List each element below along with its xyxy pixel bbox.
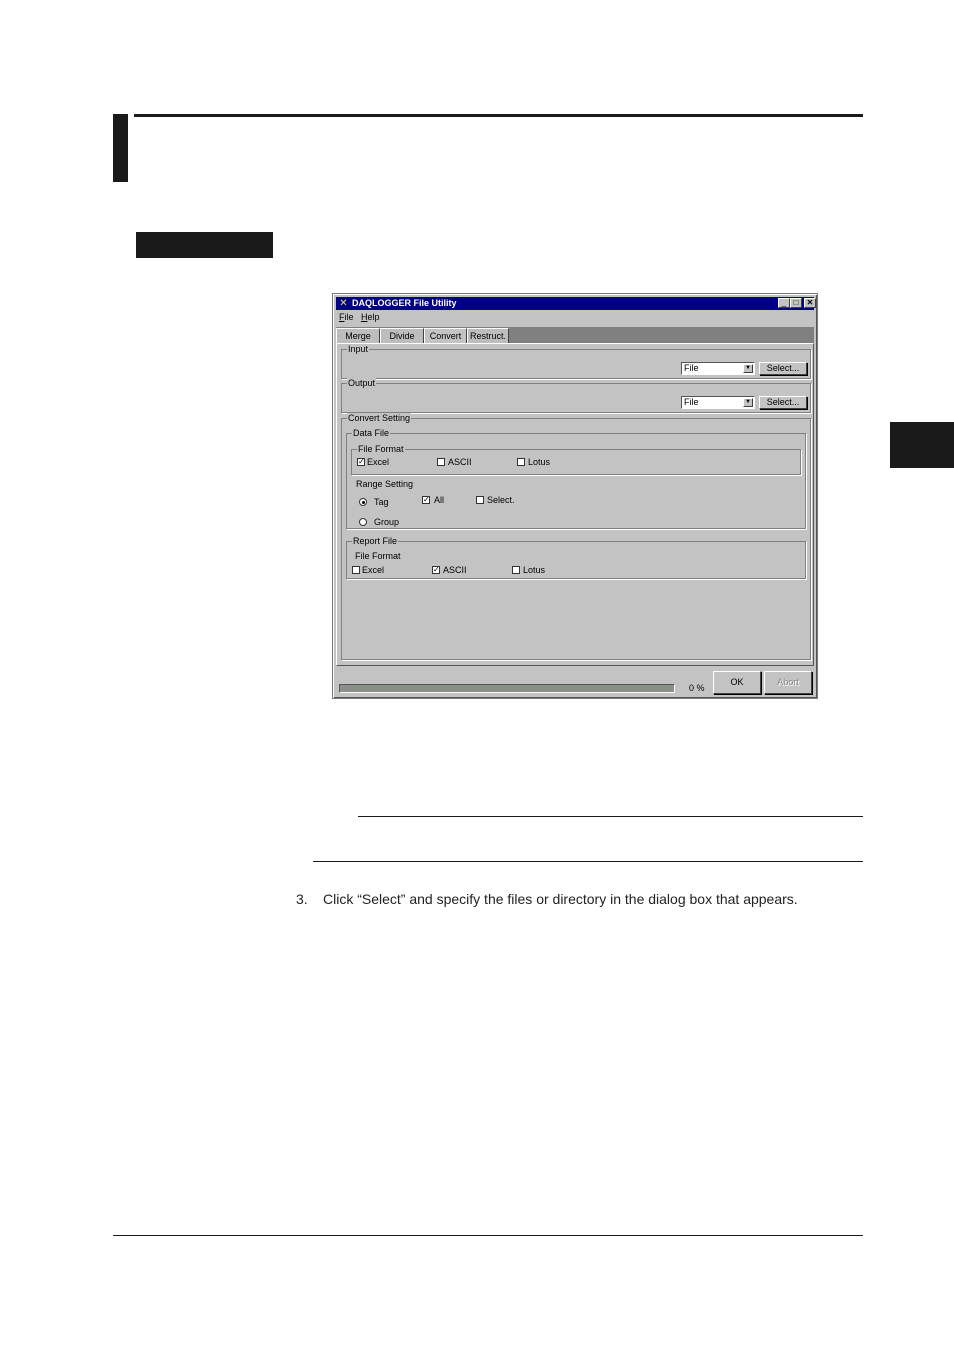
input-select-button[interactable]: Select... [759,362,807,375]
step-text: Click “Select” and specify the files or … [323,891,798,907]
output-type-value: File [684,397,699,407]
chapter-tab [890,422,954,468]
report-lotus-checkbox[interactable] [512,566,520,574]
convert-setting-group: Convert Setting Data File File Format ✓ … [341,413,811,660]
chevron-down-icon[interactable]: ▼ [743,398,753,407]
report-file-group: Report File File Format Excel ✓ ASCII Lo… [346,536,806,579]
data-lotus-label: Lotus [528,457,551,467]
input-type-combo[interactable]: File ▼ [681,362,755,375]
convert-panel: Input File ▼ Select... Output File ▼ Sel… [336,343,814,666]
range-setting-label: Range Setting [356,479,414,489]
data-file-label: Data File [352,428,391,438]
abort-button[interactable]: Abort [764,671,812,694]
report-excel-checkbox[interactable] [352,566,360,574]
note-rule-top [358,816,863,817]
range-group-label: Group [374,517,400,527]
top-rule [134,114,863,117]
window-title: DAQLOGGER File Utility [352,298,457,308]
data-file-group: Data File File Format ✓ Excel ASCII Lotu… [346,428,806,529]
note-rule-bottom [313,861,863,862]
data-excel-label: Excel [367,457,390,467]
range-select-checkbox[interactable] [476,496,484,504]
footer-rule [113,1235,863,1236]
tab-divide[interactable]: Divide [380,328,424,343]
tab-merge[interactable]: Merge [336,328,380,343]
report-file-label: Report File [352,536,399,546]
report-lotus-label: Lotus [523,565,546,575]
output-group: Output File ▼ Select... [341,378,811,413]
data-file-format-label: File Format [357,444,405,454]
input-label: Input [347,344,370,354]
heading-bar [113,114,128,182]
menu-file-label: ile [344,312,354,322]
maximize-button[interactable]: □ [790,298,802,308]
menu-bar: File Help [336,311,814,323]
input-group: Input File ▼ Select... [341,344,811,379]
output-label: Output [347,378,377,388]
procedure-tab [136,232,273,258]
menu-file[interactable]: File [339,312,354,323]
report-ascii-checkbox[interactable]: ✓ [432,566,440,574]
progress-bar [339,684,675,693]
range-group-radio[interactable] [359,518,367,526]
app-icon: ✕ [339,298,348,309]
close-button[interactable]: ✕ [804,298,816,308]
data-excel-checkbox[interactable]: ✓ [357,458,365,466]
data-lotus-checkbox[interactable] [517,458,525,466]
progress-text: 0 % [689,683,705,693]
data-ascii-checkbox[interactable] [437,458,445,466]
chevron-down-icon[interactable]: ▼ [743,364,753,373]
output-type-combo[interactable]: File ▼ [681,396,755,409]
report-ascii-label: ASCII [443,565,467,575]
range-tag-label: Tag [374,497,389,507]
tab-restruct[interactable]: Restruct. [467,328,509,343]
range-select-label: Select. [487,495,515,505]
data-ascii-label: ASCII [448,457,472,467]
file-utility-window: ✕ DAQLOGGER File Utility _ □ ✕ File Help… [332,293,818,699]
range-tag-radio[interactable] [359,498,367,506]
range-all-checkbox[interactable]: ✓ [422,496,430,504]
step-number: 3. [296,891,308,907]
step-3-instruction: 3. Click “Select” and specify the files o… [296,891,798,907]
report-file-format-label: File Format [355,551,401,561]
menu-help-label: elp [367,312,380,322]
tab-convert[interactable]: Convert [424,328,467,343]
data-file-format-group: File Format ✓ Excel ASCII Lotus [351,444,801,475]
tab-strip: Merge Divide Convert Restruct. [336,327,814,343]
range-all-label: All [434,495,445,505]
report-excel-label: Excel [362,565,385,575]
input-type-value: File [684,363,699,373]
ok-button[interactable]: OK [713,671,761,694]
menu-help[interactable]: Help [361,312,380,323]
minimize-button[interactable]: _ [778,298,790,308]
output-select-button[interactable]: Select... [759,396,807,409]
title-bar: ✕ DAQLOGGER File Utility _ □ ✕ [336,297,816,310]
convert-setting-label: Convert Setting [347,413,412,423]
